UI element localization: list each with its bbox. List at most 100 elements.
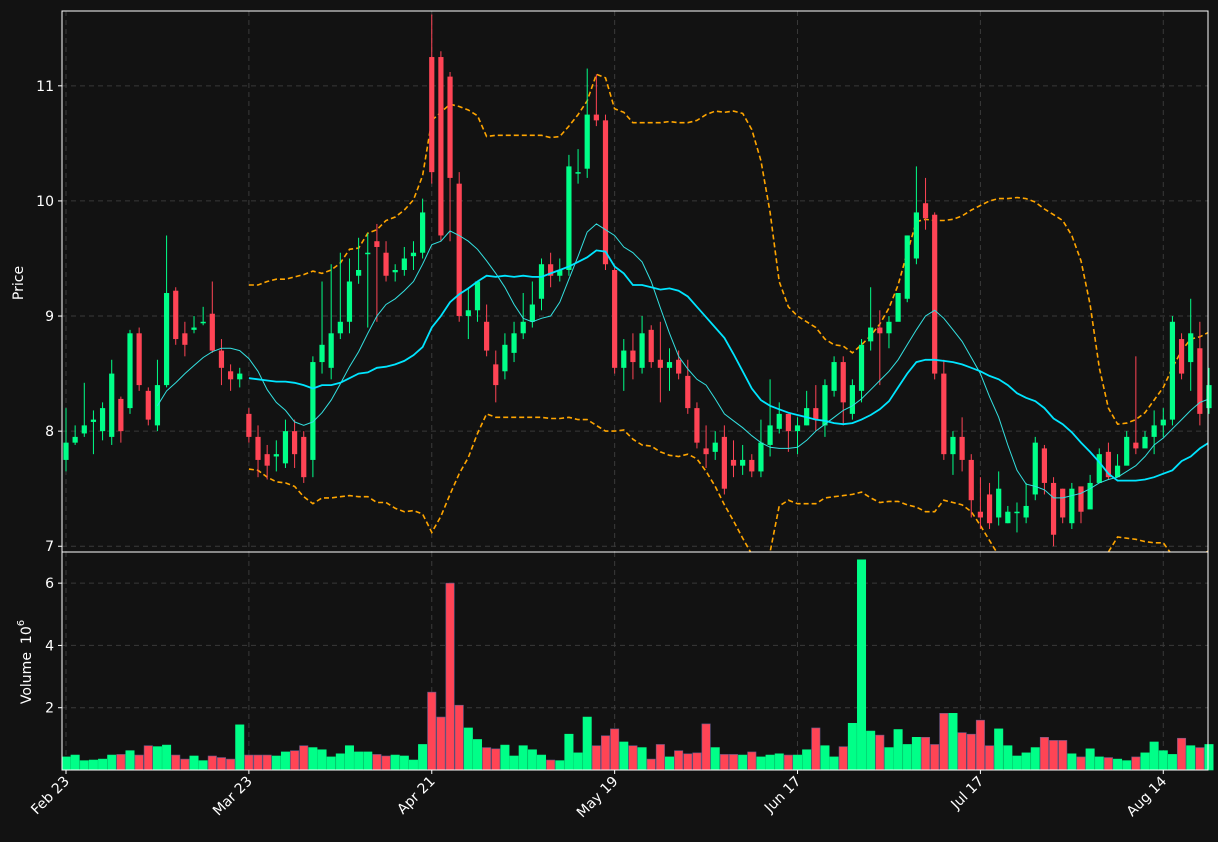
- candle-body: [904, 235, 910, 299]
- volume-bar: [125, 750, 135, 771]
- volume-bar: [207, 755, 217, 771]
- volume-bar: [994, 728, 1004, 771]
- volume-bar: [600, 735, 610, 771]
- candle-body: [1060, 488, 1066, 518]
- candle-body: [237, 373, 243, 380]
- candle-body: [145, 390, 151, 420]
- volume-bar: [1195, 747, 1205, 771]
- candle-body: [246, 413, 252, 437]
- price-tick-label: 11: [36, 79, 54, 95]
- volume-bar: [966, 733, 976, 771]
- candle-body: [1014, 511, 1020, 514]
- candle-body: [621, 350, 627, 368]
- volume-bar: [390, 754, 400, 771]
- candle-body: [1169, 321, 1176, 420]
- candle-body: [922, 203, 929, 219]
- price-axis-label: Price: [11, 266, 27, 300]
- candle-body: [109, 373, 115, 437]
- candle-body: [1160, 419, 1166, 426]
- candle-body: [1050, 482, 1057, 535]
- volume-bar: [198, 760, 208, 771]
- volume-bar: [454, 704, 464, 771]
- volume-bar: [875, 734, 885, 771]
- volume-bar: [107, 754, 117, 771]
- candle-body: [941, 373, 947, 455]
- volume-bar: [610, 728, 620, 771]
- volume-bar: [738, 754, 748, 771]
- volume-bar: [692, 752, 702, 771]
- candle-body: [1188, 333, 1194, 363]
- candle-body: [1151, 425, 1157, 437]
- volume-bar: [235, 724, 245, 771]
- volume-bar: [902, 744, 912, 771]
- candle-body: [575, 172, 581, 174]
- candle-body: [282, 431, 289, 464]
- volume-bar: [271, 755, 281, 771]
- candle-body: [182, 333, 188, 345]
- volume-bar: [948, 713, 958, 771]
- candle-body: [794, 425, 801, 432]
- volume-bar: [765, 754, 775, 771]
- volume-bar: [1103, 757, 1113, 771]
- candle-body: [90, 419, 97, 422]
- volume-bar: [152, 746, 162, 771]
- volume-bar: [1049, 740, 1059, 771]
- candle-body: [1078, 486, 1084, 512]
- volume-bar: [482, 747, 492, 771]
- volume-bar: [747, 751, 757, 771]
- candle-body: [868, 327, 874, 342]
- price-tick-label: 8: [45, 424, 54, 440]
- volume-bar: [1076, 756, 1086, 771]
- candle-body: [227, 371, 234, 380]
- price-tick-label: 7: [45, 539, 54, 555]
- volume-bar: [564, 733, 574, 771]
- volume-bar: [939, 713, 949, 771]
- candle-body: [447, 76, 453, 178]
- candle-body: [858, 344, 865, 391]
- volume-bar: [847, 722, 857, 771]
- candle-body: [163, 293, 170, 386]
- volume-bar: [116, 754, 126, 771]
- candle-body: [612, 269, 618, 368]
- volume-bar: [372, 754, 382, 771]
- volume-bar: [70, 754, 80, 771]
- volume-bar: [527, 749, 537, 771]
- candle-body: [310, 362, 316, 460]
- volume-bar: [536, 754, 546, 771]
- volume-bar: [857, 559, 867, 771]
- candle-body: [703, 448, 709, 455]
- candle-body: [392, 269, 398, 273]
- volume-bar: [793, 754, 803, 771]
- candle-body: [420, 212, 426, 253]
- volume-bar: [262, 754, 272, 771]
- volume-bar: [838, 746, 848, 771]
- volume-bar: [729, 754, 739, 771]
- volume-bar: [463, 727, 473, 771]
- candle-body: [1023, 505, 1029, 518]
- candle-body: [383, 252, 389, 276]
- candle-body: [474, 281, 481, 311]
- volume-axis-unit: 10: [19, 626, 35, 644]
- candle-body: [1114, 465, 1121, 478]
- candle-body: [712, 442, 718, 452]
- volume-bar: [1131, 756, 1141, 771]
- volume-bar: [290, 750, 300, 771]
- volume-bar: [921, 736, 931, 771]
- volume-bar: [820, 745, 830, 771]
- candle-body: [301, 436, 307, 478]
- candle-body: [1124, 436, 1130, 466]
- volume-bar: [710, 747, 720, 771]
- volume-bar: [1058, 740, 1068, 771]
- volume-bar: [1021, 752, 1031, 771]
- volume-bar: [436, 716, 446, 771]
- volume-bar: [911, 736, 921, 771]
- candle-body: [136, 333, 142, 386]
- volume-bar: [299, 745, 309, 771]
- volume-bar: [619, 741, 629, 771]
- candle-body: [959, 436, 965, 460]
- volume-bar: [143, 745, 153, 771]
- candle-body: [813, 408, 819, 420]
- volume-bar: [180, 758, 190, 771]
- candle-body: [676, 359, 682, 374]
- candle-body: [1178, 339, 1185, 374]
